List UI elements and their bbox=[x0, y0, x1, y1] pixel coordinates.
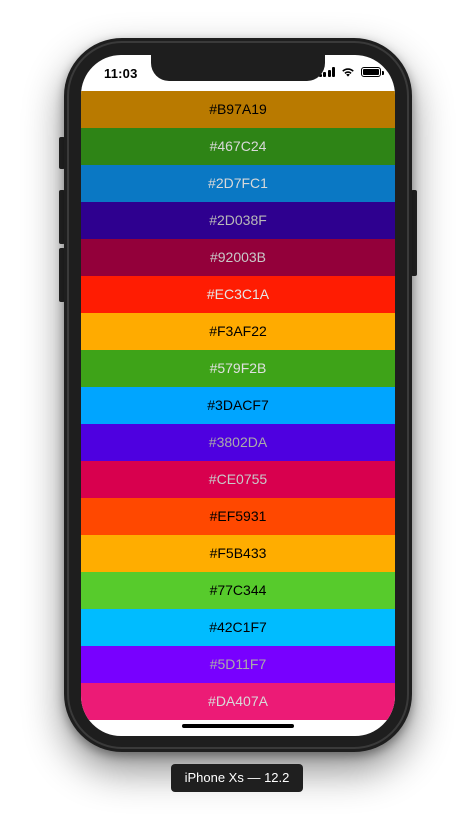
notch bbox=[151, 55, 325, 81]
status-icons bbox=[318, 67, 384, 77]
color-row[interactable]: #F5B433 bbox=[81, 535, 395, 572]
device-label: iPhone Xs — 12.2 bbox=[171, 764, 303, 792]
color-row[interactable]: #467C24 bbox=[81, 128, 395, 165]
home-indicator[interactable] bbox=[182, 724, 294, 728]
color-row[interactable]: #77C344 bbox=[81, 572, 395, 609]
color-row[interactable]: #2D7FC1 bbox=[81, 165, 395, 202]
color-list[interactable]: #B97A19 #467C24 #2D7FC1 #2D038F #92003B #EC3C… bbox=[81, 91, 395, 720]
color-row[interactable]: #579F2B bbox=[81, 350, 395, 387]
color-row[interactable]: #F3AF22 bbox=[81, 313, 395, 350]
color-row[interactable]: #5D11F7 bbox=[81, 646, 395, 683]
color-row[interactable]: #B97A19 bbox=[81, 91, 395, 128]
color-row[interactable]: #EF5931 bbox=[81, 498, 395, 535]
battery-icon bbox=[361, 67, 384, 77]
status-time: 11:03 bbox=[104, 66, 138, 81]
color-row[interactable]: #42C1F7 bbox=[81, 609, 395, 646]
color-row[interactable]: #3DACF7 bbox=[81, 387, 395, 424]
color-row[interactable]: #CE0755 bbox=[81, 461, 395, 498]
color-row[interactable]: #DA407A bbox=[81, 683, 395, 720]
wifi-icon bbox=[342, 68, 354, 77]
simulator-stage: 11:03 #B97A19 #467C24 #2D7FC1 #2D038F #92003… bbox=[0, 0, 476, 827]
phone-screen: 11:03 #B97A19 #467C24 #2D7FC1 #2D038F #92003… bbox=[81, 55, 395, 736]
color-row[interactable]: #EC3C1A bbox=[81, 276, 395, 313]
color-row[interactable]: #92003B bbox=[81, 239, 395, 276]
color-row[interactable]: #3802DA bbox=[81, 424, 395, 461]
color-row[interactable]: #2D038F bbox=[81, 202, 395, 239]
